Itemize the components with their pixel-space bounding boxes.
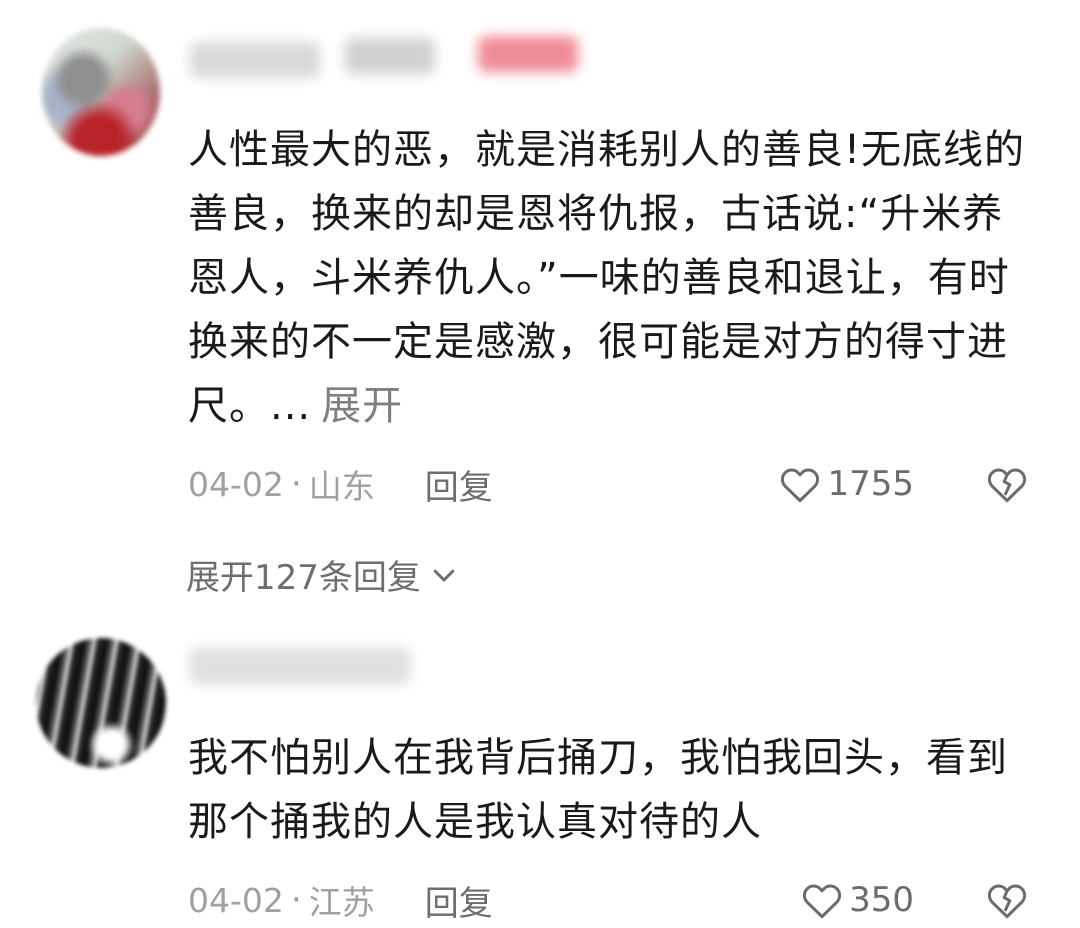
avatar[interactable] [42,28,160,156]
comment-meta: 04-02 · 江苏 回复 350 [188,876,1028,925]
comment-date: 04-02 [188,880,284,920]
username-blurred[interactable] [190,648,410,684]
reply-button[interactable]: 回复 [425,876,493,925]
expand-replies-button[interactable]: 展开127条回复 [186,550,459,599]
username-blurred [345,38,435,74]
comment-body: 人性最大的恶，就是消耗别人的善良!无底线的善良，换来的却是恩将仇报，古话说:“升… [188,127,1026,429]
comment-item: 我不怕别人在我背后捅刀，我怕我回头，看到那个捅我的人是我认真对待的人 04-02… [0,610,1080,928]
expand-replies-label: 展开127条回复 [186,558,421,598]
reply-button[interactable]: 回复 [425,460,493,509]
broken-heart-icon [987,884,1027,919]
avatar[interactable] [36,638,166,768]
chevron-down-icon [433,569,455,581]
like-button[interactable]: 1755 [779,464,914,504]
heart-outline-icon [803,884,842,919]
username-blurred[interactable] [190,42,320,78]
comment-date: 04-02 [188,464,284,504]
comment-meta: 04-02 · 山东 回复 1755 [188,460,1028,509]
heart-outline-icon [781,468,820,503]
dislike-button[interactable] [986,880,1028,920]
broken-heart-icon [987,468,1027,503]
like-count: 350 [849,880,914,920]
comment-text: 人性最大的恶，就是消耗别人的善良!无底线的善良，换来的却是恩将仇报，古话说:“升… [188,118,1028,438]
like-count: 1755 [827,464,914,504]
comment-text: 我不怕别人在我背后捅刀，我怕我回头，看到那个捅我的人是我认真对待的人 [188,726,1028,854]
comment-body: 我不怕别人在我背后捅刀，我怕我回头，看到那个捅我的人是我认真对待的人 [188,735,1008,845]
meta-separator: · [290,464,302,504]
meta-separator: · [290,880,302,920]
like-button[interactable]: 350 [801,880,914,920]
comment-location: 江苏 [308,883,375,922]
user-badge-blurred [478,36,578,72]
dislike-button[interactable] [986,464,1028,504]
comment-item: 人性最大的恶，就是消耗别人的善良!无底线的善良，换来的却是恩将仇报，古话说:“升… [0,0,1080,600]
expand-text-link[interactable]: 展开 [321,383,403,429]
comment-location: 山东 [308,467,375,506]
